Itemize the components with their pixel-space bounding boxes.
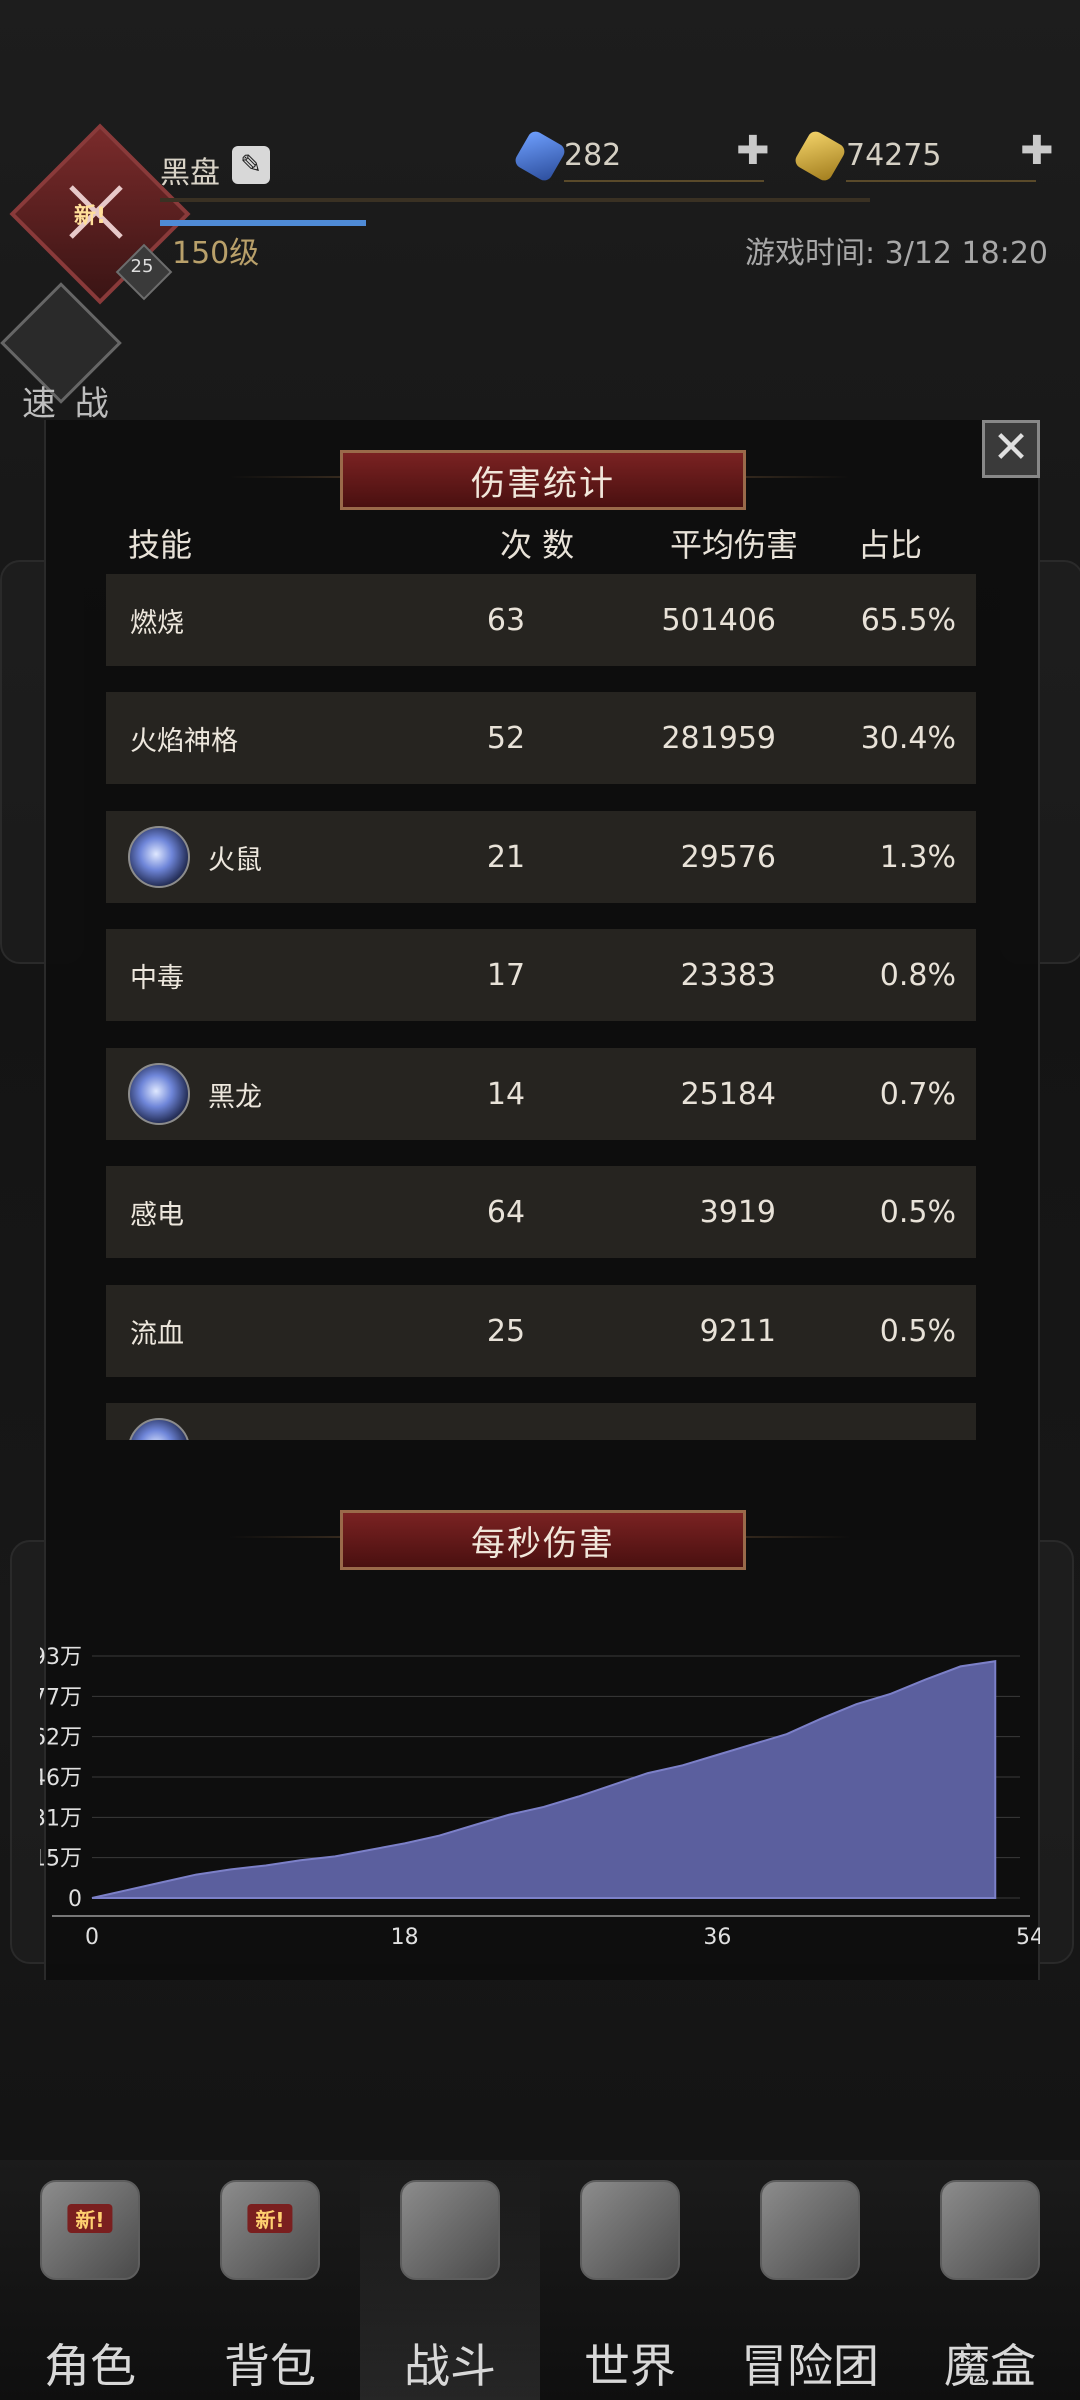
skill-count: 14 <box>486 1076 526 1112</box>
skill-percentage: 0.5% <box>879 1313 956 1349</box>
close-button[interactable]: ✕ <box>982 420 1040 478</box>
xp-bar <box>160 220 366 226</box>
x-tick-label: 54 <box>1016 1925 1040 1950</box>
skill-name: 流血 <box>130 1318 184 1350</box>
nav-label: 魔盒 <box>944 2339 1036 2393</box>
table-row: 流血 25 9211 0.5% <box>106 1285 976 1377</box>
skill-percentage: 1.3% <box>879 839 956 875</box>
gem-count: 282 <box>564 138 622 173</box>
nav-label: 冒险团 <box>741 2339 879 2393</box>
nav-item[interactable]: 世界 <box>540 2160 720 2400</box>
table-row-partial <box>106 1403 976 1440</box>
skill-name: 感电 <box>130 1199 184 1231</box>
nav-item[interactable]: 新! 背包 <box>180 2160 360 2400</box>
y-tick-label: 62万 <box>40 1726 82 1751</box>
x-tick-label: 36 <box>703 1925 731 1950</box>
y-tick-label: 31万 <box>40 1806 82 1831</box>
table-row: 感电 64 3919 0.5% <box>106 1166 976 1258</box>
y-tick-label: 46万 <box>40 1766 82 1791</box>
table-row: 火鼠 21 29576 1.3% <box>106 811 976 903</box>
y-axis-labels: 0 15万 31万 46万 62万 77万 93万 <box>40 1645 82 1912</box>
skill-avg-damage: 25184 <box>680 1076 776 1112</box>
column-percentage: 占比 <box>858 526 923 564</box>
skill-count: 17 <box>486 957 526 993</box>
new-badge: 新! <box>74 204 107 229</box>
nav-item[interactable]: 冒险团 <box>720 2160 900 2400</box>
avatar-badge-number: 25 <box>130 256 154 277</box>
column-count: 次 数 <box>500 526 575 564</box>
skill-percentage: 30.4% <box>860 720 956 756</box>
castle-icon <box>760 2180 860 2280</box>
skill-count: 21 <box>486 839 526 875</box>
add-gold-button[interactable]: ✚ <box>1020 128 1054 174</box>
nav-label: 背包 <box>224 2339 316 2393</box>
y-tick-label: 15万 <box>40 1847 82 1872</box>
x-tick-label: 0 <box>85 1925 99 1950</box>
skill-avg-damage: 23383 <box>680 957 776 993</box>
skill-percentage: 0.8% <box>879 957 956 993</box>
gold-count: 74275 <box>846 138 942 173</box>
column-skill: 技能 <box>128 526 193 564</box>
nav-item[interactable]: 战斗 <box>360 2160 540 2400</box>
fire-rat-skill-icon <box>128 826 190 888</box>
skill-avg-damage: 281959 <box>661 720 776 756</box>
skill-name: 中毒 <box>130 962 184 994</box>
skill-percentage: 65.5% <box>860 602 956 638</box>
y-tick-label: 77万 <box>40 1685 82 1710</box>
skill-count: 64 <box>486 1194 526 1230</box>
nav-item[interactable]: 新! 角色 <box>0 2160 180 2400</box>
quick-battle-label: 速 战 <box>22 384 113 424</box>
player-name: 黑盘 <box>160 156 220 191</box>
skill-avg-damage: 29576 <box>680 839 776 875</box>
nav-label: 战斗 <box>404 2339 496 2393</box>
column-avg-damage: 平均伤害 <box>670 526 799 564</box>
xp-bar-track <box>160 198 870 202</box>
skill-count: 25 <box>486 1313 526 1349</box>
x-tick-label: 18 <box>391 1925 419 1950</box>
table-row: 中毒 17 23383 0.8% <box>106 929 976 1021</box>
skill-avg-damage: 3919 <box>699 1194 776 1230</box>
table-row: 燃烧 63 501406 65.5% <box>106 574 976 666</box>
skill-name: 黑龙 <box>208 1081 262 1113</box>
gold-underline <box>846 180 1036 182</box>
new-badge: 新! <box>247 2204 293 2233</box>
skill-count: 63 <box>486 602 526 638</box>
magic-cube-icon <box>940 2180 1040 2280</box>
skill-avg-damage: 501406 <box>661 602 776 638</box>
skill-count: 52 <box>486 720 526 756</box>
skill-avg-damage: 9211 <box>699 1313 776 1349</box>
player-level: 150级 <box>172 236 260 271</box>
skill-percentage: 0.7% <box>879 1076 956 1112</box>
damage-table[interactable]: 燃烧 63 501406 65.5% 火焰神格 52 281959 30.4% … <box>106 574 976 1440</box>
crossed-swords-shield-icon <box>400 2180 500 2280</box>
y-tick-label: 93万 <box>40 1645 82 1670</box>
table-row: 黑龙 14 25184 0.7% <box>106 1048 976 1140</box>
new-badge: 新! <box>67 2204 113 2233</box>
dps-chart: 0 15万 31万 46万 62万 77万 93万 0 18 36 54 <box>40 1645 1040 1950</box>
skill-name: 火鼠 <box>208 844 262 876</box>
table-row: 火焰神格 52 281959 30.4% <box>106 692 976 784</box>
skill-name: 燃烧 <box>130 607 184 639</box>
add-gem-button[interactable]: ✚ <box>736 128 770 174</box>
edit-icon[interactable]: ✎ <box>232 146 270 184</box>
nav-item[interactable]: 魔盒 <box>900 2160 1080 2400</box>
skill-percentage: 0.5% <box>879 1194 956 1230</box>
game-time: 游戏时间: 3/12 18:20 <box>744 236 1048 271</box>
gem-underline <box>564 180 764 182</box>
x-axis-labels: 0 18 36 54 <box>85 1925 1040 1950</box>
scroll-map-icon <box>580 2180 680 2280</box>
dps-title: 每秒伤害 <box>340 1510 746 1570</box>
y-tick-label: 0 <box>68 1887 82 1912</box>
nav-label: 世界 <box>584 2339 676 2393</box>
skill-icon <box>128 1418 190 1440</box>
black-dragon-skill-icon <box>128 1063 190 1125</box>
skill-name: 火焰神格 <box>130 725 238 757</box>
damage-stats-title: 伤害统计 <box>340 450 746 510</box>
nav-label: 角色 <box>44 2339 136 2393</box>
